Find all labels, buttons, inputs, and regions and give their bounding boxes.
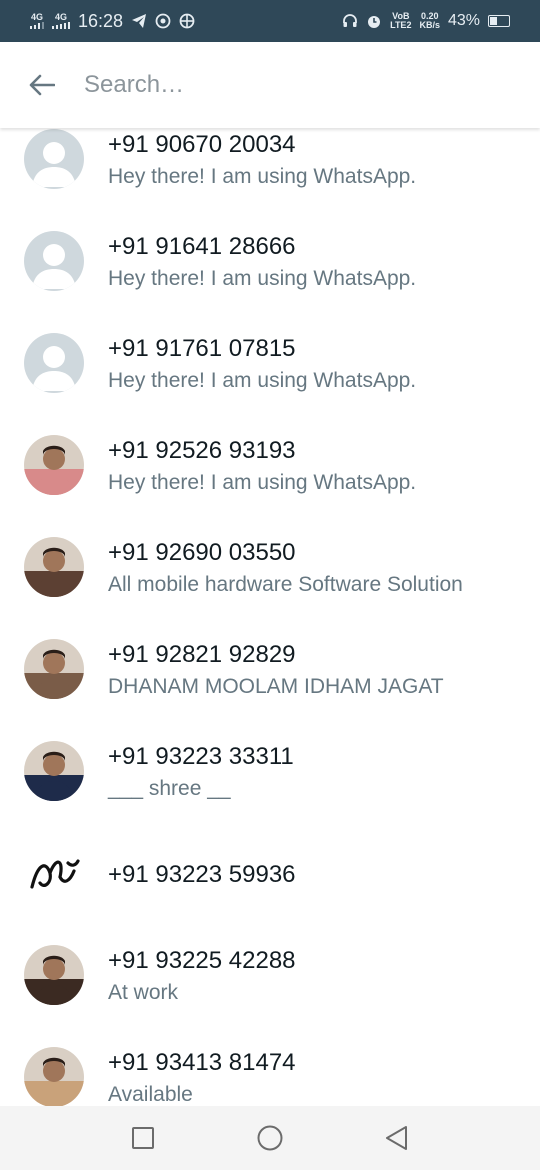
contact-about: Hey there! I am using WhatsApp. xyxy=(108,267,417,290)
contact-row[interactable]: +91 93223 33311 ___ shree __ xyxy=(0,740,540,842)
contact-avatar[interactable] xyxy=(24,537,84,597)
contact-name: +91 93413 81474 xyxy=(108,1049,296,1076)
contact-name: +91 93223 59936 xyxy=(108,861,296,888)
contact-avatar[interactable] xyxy=(24,843,84,903)
contact-name: +91 91641 28666 xyxy=(108,233,296,260)
contact-about: Hey there! I am using WhatsApp. xyxy=(108,471,417,494)
contact-row[interactable]: +91 92821 92829 DHANAM MOOLAM IDHAM JAGAT xyxy=(0,638,540,740)
contact-avatar[interactable] xyxy=(24,639,84,699)
contact-row[interactable]: +91 91761 07815 Hey there! I am using Wha… xyxy=(0,332,540,434)
contact-avatar[interactable] xyxy=(24,945,84,1005)
default-avatar-icon[interactable] xyxy=(24,231,84,291)
contact-name: +91 92526 93193 xyxy=(108,437,296,464)
headphones-icon xyxy=(342,13,358,29)
search-header xyxy=(0,42,540,128)
clock: 16:28 xyxy=(78,10,124,31)
arrow-left-icon xyxy=(29,74,55,96)
alarm-icon xyxy=(366,13,382,29)
contact-avatar[interactable] xyxy=(24,435,84,495)
contact-about: Hey there! I am using WhatsApp. xyxy=(108,369,417,392)
contact-about: DHANAM MOOLAM IDHAM JAGAT xyxy=(108,675,444,698)
battery-percent: 43% xyxy=(447,12,480,29)
battery-icon xyxy=(488,15,510,27)
triangle-back-icon xyxy=(385,1126,407,1150)
contact-row[interactable]: +91 92526 93193 Hey there! I am using Wha… xyxy=(0,434,540,536)
navigation-bar xyxy=(0,1106,540,1170)
contact-name: +91 92690 03550 xyxy=(108,539,296,566)
search-input[interactable] xyxy=(84,71,504,99)
contact-row[interactable]: +91 90670 20034 Hey there! I am using Wha… xyxy=(0,128,540,230)
volte-indicator: VoB LTE2 xyxy=(390,11,412,30)
circle-icon xyxy=(257,1125,283,1151)
contact-name: +91 92821 92829 xyxy=(108,641,296,668)
contact-name: +91 90670 20034 xyxy=(108,131,296,158)
globe-icon xyxy=(179,13,195,29)
default-avatar-icon[interactable] xyxy=(24,333,84,393)
contact-about: At work xyxy=(108,981,179,1004)
telegram-icon xyxy=(131,13,147,29)
status-bar-right: VoB LTE2 0.20 KB/s 43% xyxy=(342,12,510,30)
contact-list: +91 90670 20034 Hey there! I am using Wha… xyxy=(0,128,540,1106)
status-bar: 4G 4G 16:28 VoB LTE2 0.20 KB/s 43% xyxy=(0,0,540,42)
system-back-button[interactable] xyxy=(377,1118,417,1158)
contact-about: Hey there! I am using WhatsApp. xyxy=(108,165,417,188)
network-indicator-1: 4G xyxy=(30,13,44,29)
contact-avatar[interactable] xyxy=(24,1047,84,1106)
square-icon xyxy=(132,1127,155,1149)
network-speed: 0.20 KB/s xyxy=(419,11,440,30)
recents-button[interactable] xyxy=(123,1118,163,1158)
contact-row[interactable]: +91 93223 59936 xyxy=(0,842,540,944)
contact-about: ___ shree __ xyxy=(108,777,231,800)
contact-row[interactable]: +91 91641 28666 Hey there! I am using Wha… xyxy=(0,230,540,332)
back-button[interactable] xyxy=(0,42,84,128)
home-button[interactable] xyxy=(250,1118,290,1158)
default-avatar-icon[interactable] xyxy=(24,129,84,189)
contact-row[interactable]: +91 93413 81474 Available xyxy=(0,1046,540,1106)
whatsapp-icon xyxy=(155,13,171,29)
contact-name: +91 91761 07815 xyxy=(108,335,296,362)
contact-about: All mobile hardware Software Solution xyxy=(108,573,463,596)
status-bar-left: 4G 4G 16:28 xyxy=(30,11,195,32)
contact-row[interactable]: +91 93225 42288 At work xyxy=(0,944,540,1046)
contact-name: +91 93223 33311 xyxy=(108,743,294,770)
contact-row[interactable]: +91 92690 03550 All mobile hardware Softw… xyxy=(0,536,540,638)
contact-name: +91 93225 42288 xyxy=(108,947,296,974)
contact-about: Available xyxy=(108,1083,193,1106)
network-indicator-2: 4G xyxy=(52,13,70,29)
contact-avatar[interactable] xyxy=(24,741,84,801)
